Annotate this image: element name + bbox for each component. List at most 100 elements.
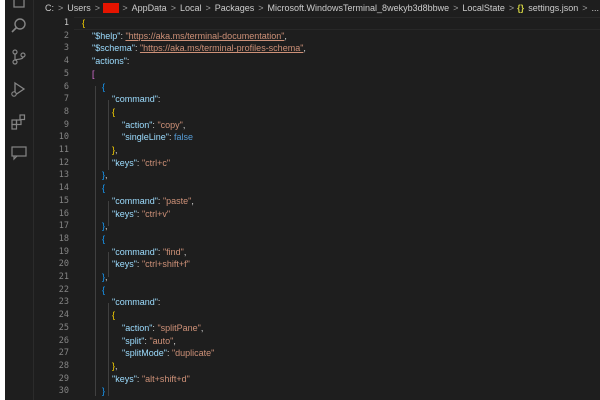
code-line[interactable]: 27 "splitMode": "duplicate" xyxy=(34,347,600,360)
line-number: 29 xyxy=(58,373,69,384)
line-number: 20 xyxy=(58,259,69,270)
activity-bar xyxy=(5,0,34,400)
code-line[interactable]: 24 { xyxy=(34,309,600,322)
line-number: 14 xyxy=(58,183,69,194)
code-editor[interactable]: 1 { 2 "$help": "https://aka.ms/terminal-… xyxy=(34,16,600,400)
line-number: 4 xyxy=(63,56,69,67)
breadcrumb-appdata[interactable]: AppData xyxy=(131,3,168,13)
code-text: { xyxy=(102,233,106,244)
line-number: 6 xyxy=(63,81,69,92)
line-number: 26 xyxy=(58,335,69,346)
breadcrumb-terminal-package[interactable]: Microsoft.WindowsTerminal_8wekyb3d8bbwe xyxy=(267,3,451,13)
code-line[interactable]: 11 }, xyxy=(34,144,600,157)
code-text: "command": "find", xyxy=(112,246,187,257)
code-text: { xyxy=(102,284,106,295)
breadcrumb-file[interactable]: settings.json xyxy=(527,3,579,13)
line-number: 28 xyxy=(58,360,69,371)
chevron-right-icon: > xyxy=(453,3,459,13)
code-line[interactable]: 5 [ xyxy=(34,68,600,81)
code-text: "keys": "ctrl+c" xyxy=(112,157,171,168)
code-line[interactable]: 17 }, xyxy=(34,220,600,233)
code-line[interactable]: 18 { xyxy=(34,233,600,246)
breadcrumb-local[interactable]: Local xyxy=(179,3,203,13)
code-text: }, xyxy=(112,145,118,155)
code-text: } xyxy=(102,386,106,397)
code-line[interactable]: 26 "split": "auto", xyxy=(34,335,600,348)
code-line[interactable]: 2 "$help": "https://aka.ms/terminal-docu… xyxy=(34,30,600,43)
line-number: 15 xyxy=(58,195,69,206)
code-line[interactable]: 1 { xyxy=(34,17,600,30)
code-text: "action": "splitPane", xyxy=(122,322,204,333)
run-debug-icon[interactable] xyxy=(10,80,28,98)
line-number: 30 xyxy=(58,386,69,397)
line-number: 18 xyxy=(58,233,69,244)
json-file-icon: {} xyxy=(517,3,525,13)
code-text: "keys": "alt+shift+d" xyxy=(112,373,190,384)
line-number: 27 xyxy=(58,348,69,359)
code-text: "command": "paste", xyxy=(112,195,194,206)
line-number: 9 xyxy=(63,119,69,130)
source-control-icon[interactable] xyxy=(10,48,28,66)
code-line[interactable]: 22 { xyxy=(34,284,600,297)
code-text: "split": "auto", xyxy=(122,335,176,346)
code-line[interactable]: 10 "singleLine": false xyxy=(34,131,600,144)
line-number: 13 xyxy=(58,170,69,181)
code-line[interactable]: 8 { xyxy=(34,106,600,119)
code-line[interactable]: 30 } xyxy=(34,385,600,398)
code-line[interactable]: 9 "action": "copy", xyxy=(34,119,600,132)
code-line[interactable]: 13 }, xyxy=(34,169,600,182)
explorer-icon[interactable] xyxy=(10,0,28,9)
chevron-right-icon: > xyxy=(508,3,515,13)
code-text: "keys": "ctrl+shift+f" xyxy=(112,259,190,270)
extensions-icon[interactable] xyxy=(10,113,28,131)
code-text: "$schema": "https://aka.ms/terminal-prof… xyxy=(92,43,306,54)
vscode-window: C: > Users > > AppData > Local > Package… xyxy=(5,0,600,400)
line-number: 8 xyxy=(63,106,69,117)
code-line[interactable]: 3 "$schema": "https://aka.ms/terminal-pr… xyxy=(34,42,600,55)
code-line[interactable]: 25 "action": "splitPane", xyxy=(34,322,600,335)
code-text: { xyxy=(82,18,86,28)
chevron-right-icon: > xyxy=(258,3,264,13)
code-line[interactable]: 15 "command": "paste", xyxy=(34,195,600,208)
code-text: "actions": xyxy=(92,56,130,67)
code-line[interactable]: 23 "command": xyxy=(34,296,600,309)
code-line[interactable]: 29 "keys": "alt+shift+d" xyxy=(34,373,600,386)
code-line[interactable]: 16 "keys": "ctrl+v" xyxy=(34,208,600,221)
code-line[interactable]: 21 }, xyxy=(34,271,600,284)
code-line[interactable]: 20 "keys": "ctrl+shift+f" xyxy=(34,258,600,271)
line-number: 7 xyxy=(63,94,69,105)
breadcrumb-packages[interactable]: Packages xyxy=(214,3,256,13)
line-number: 11 xyxy=(58,145,69,155)
code-line[interactable]: 6 { xyxy=(34,81,600,94)
code-text: [ xyxy=(92,68,95,79)
line-number: 24 xyxy=(58,310,69,321)
code-text: "$help": "https://aka.ms/terminal-docume… xyxy=(92,30,287,41)
code-text: "splitMode": "duplicate" xyxy=(122,348,215,359)
breadcrumb: C: > Users > > AppData > Local > Package… xyxy=(44,0,600,16)
line-number: 2 xyxy=(63,30,69,41)
code-text: "singleLine": false xyxy=(122,132,193,143)
remote-explorer-icon[interactable] xyxy=(10,144,28,162)
code-line[interactable]: 14 { xyxy=(34,182,600,195)
code-text: { xyxy=(102,81,106,92)
chevron-right-icon: > xyxy=(582,3,588,13)
code-line[interactable]: 19 "command": "find", xyxy=(34,246,600,259)
code-line[interactable]: 7 "command": xyxy=(34,93,600,106)
code-text: "command": xyxy=(112,297,161,308)
breadcrumb-localstate[interactable]: LocalState xyxy=(461,3,506,13)
code-text: }, xyxy=(102,272,108,282)
code-text: "command": xyxy=(112,94,161,105)
code-line[interactable]: 28 }, xyxy=(34,360,600,373)
breadcrumb-root[interactable]: C: xyxy=(44,3,55,13)
line-number: 3 xyxy=(63,43,69,54)
breadcrumb-users[interactable]: Users xyxy=(66,3,92,13)
line-number: 23 xyxy=(58,297,69,308)
search-icon[interactable] xyxy=(10,17,28,35)
code-text: { xyxy=(102,183,106,194)
code-line[interactable]: 12 "keys": "ctrl+c" xyxy=(34,157,600,170)
line-number: 25 xyxy=(58,322,69,333)
code-line[interactable]: 4 "actions": xyxy=(34,55,600,68)
line-number: 12 xyxy=(58,157,69,168)
breadcrumb-more[interactable]: ... xyxy=(590,3,600,13)
line-number: 22 xyxy=(58,284,69,295)
